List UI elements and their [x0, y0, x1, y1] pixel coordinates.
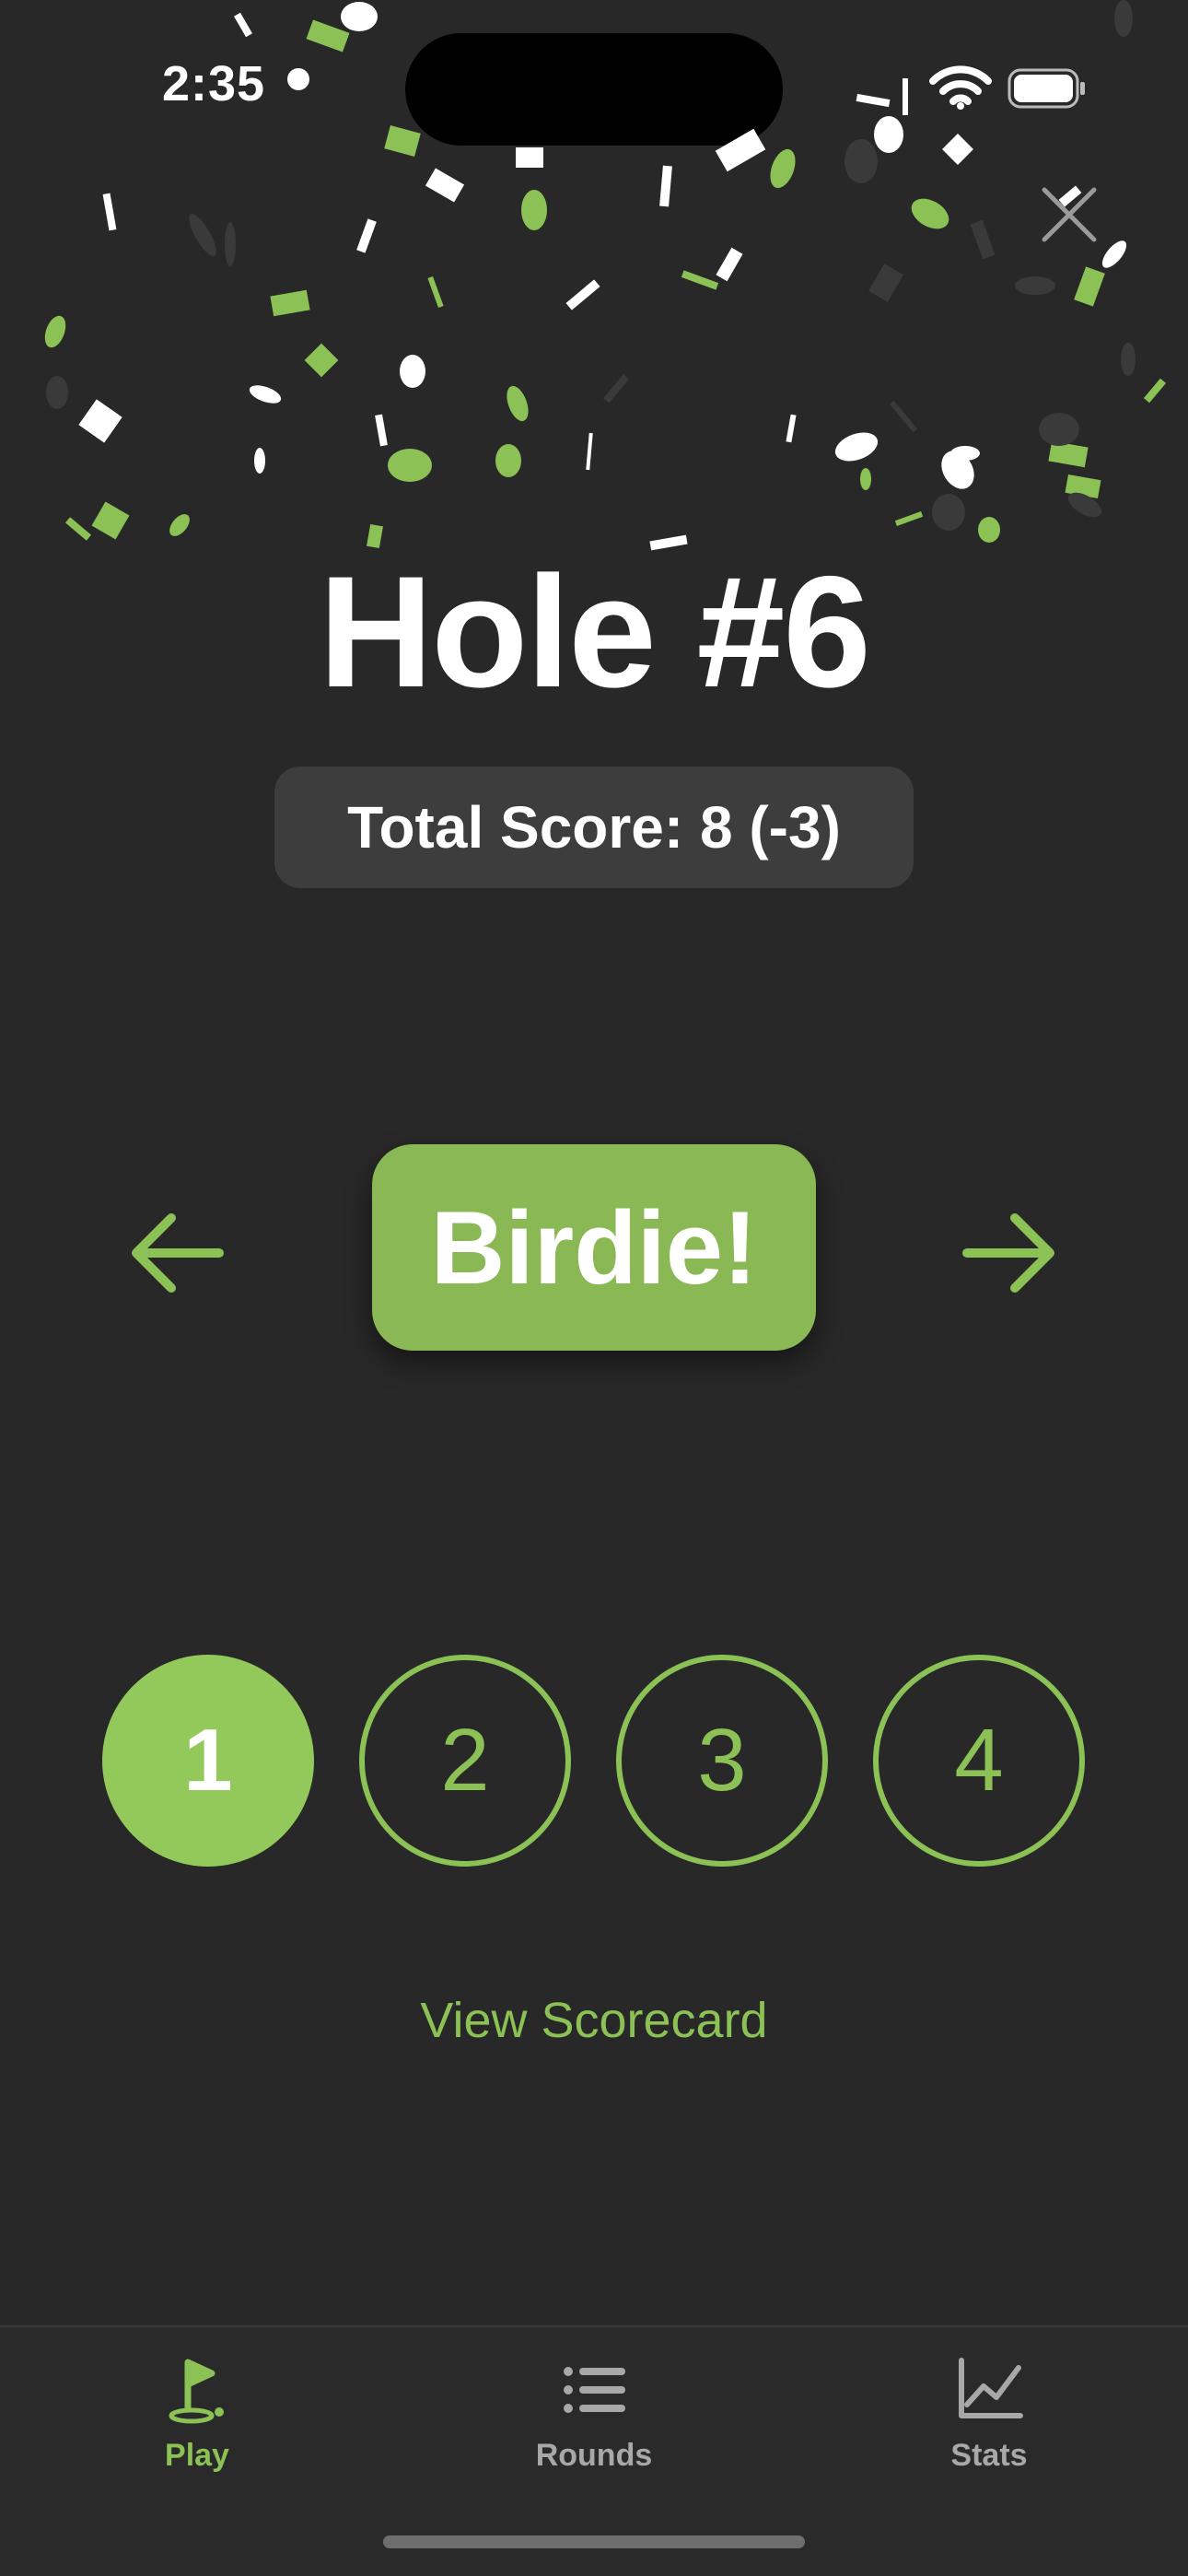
- line-chart-icon: [959, 2358, 1023, 2418]
- previous-hole-arrow-icon[interactable]: [127, 1207, 228, 1299]
- dynamic-island: [405, 33, 783, 146]
- golf-flag-icon: [169, 2359, 224, 2424]
- hole-title: Hole #6: [319, 544, 871, 720]
- view-scorecard-link[interactable]: View Scorecard: [0, 1992, 1188, 2049]
- tab-play-label: Play: [165, 2438, 229, 2473]
- putt-option-1[interactable]: 1: [102, 1655, 314, 1867]
- putt-option-4[interactable]: 4: [873, 1655, 1085, 1867]
- next-hole-arrow-icon[interactable]: [958, 1207, 1059, 1299]
- tab-rounds-label: Rounds: [535, 2438, 653, 2473]
- wifi-icon: [929, 65, 992, 110]
- tab-rounds[interactable]: Rounds: [456, 2355, 732, 2493]
- putt-option-2[interactable]: 2: [359, 1655, 571, 1867]
- putt-selector: 1 2 3 4: [0, 1655, 1188, 1867]
- score-result-badge: Birdie!: [372, 1144, 816, 1351]
- total-score-badge: Total Score: 8 (-3): [274, 767, 914, 888]
- putt-option-3[interactable]: 3: [616, 1655, 828, 1867]
- list-icon: [564, 2367, 625, 2413]
- close-icon[interactable]: [1039, 184, 1100, 245]
- tab-stats[interactable]: Stats: [851, 2355, 1127, 2493]
- battery-icon: [1007, 68, 1085, 109]
- tab-stats-label: Stats: [950, 2438, 1028, 2473]
- recording-indicator-icon: [287, 68, 309, 90]
- status-time: 2:35: [162, 56, 266, 111]
- home-indicator: [383, 2535, 805, 2548]
- tab-play[interactable]: Play: [59, 2355, 335, 2493]
